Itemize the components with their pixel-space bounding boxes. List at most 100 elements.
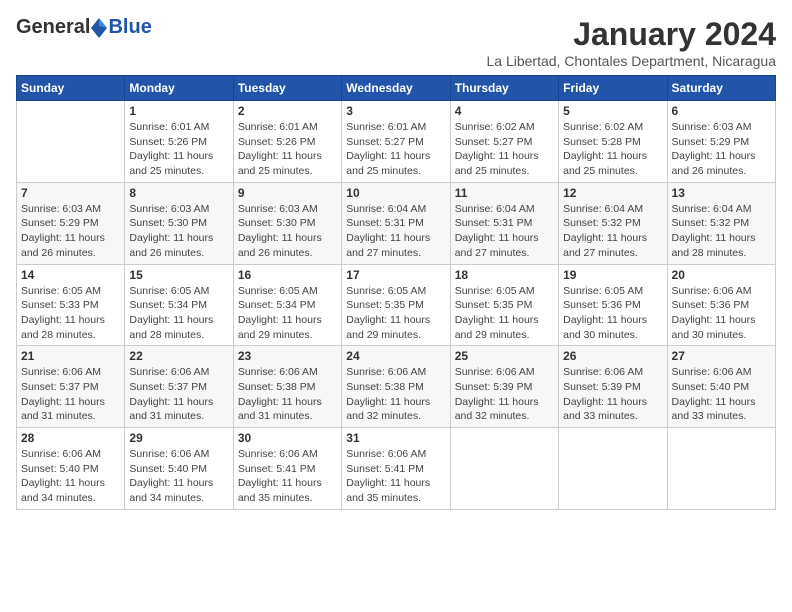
title-block: January 2024 La Libertad, Chontales Depa… xyxy=(486,16,776,69)
calendar-cell xyxy=(667,428,775,510)
calendar-week-row: 14 Sunrise: 6:05 AMSunset: 5:33 PMDayligh… xyxy=(17,264,776,346)
day-number: 29 xyxy=(129,431,228,445)
calendar-cell: 21Sunrise: 6:06 AMSunset: 5:37 PMDayligh… xyxy=(17,346,125,428)
day-info: Sunrise: 6:05 AMSunset: 5:35 PMDaylight:… xyxy=(346,284,445,343)
day-info: Sunrise: 6:06 AMSunset: 5:41 PMDaylight:… xyxy=(238,447,337,506)
calendar-cell: 19Sunrise: 6:05 AMSunset: 5:36 PMDayligh… xyxy=(559,264,667,346)
day-number: 25 xyxy=(455,349,554,363)
day-info: Sunrise: 6:06 AMSunset: 5:40 PMDaylight:… xyxy=(672,365,771,424)
calendar-body: 1 Sunrise: 6:01 AMSunset: 5:26 PMDaylight… xyxy=(17,101,776,510)
logo-blue-text: Blue xyxy=(108,16,151,39)
page-header: General Blue January 2024 La Libertad, C… xyxy=(16,16,776,69)
day-info: Sunrise: 6:05 AMSunset: 5:34 PMDaylight:… xyxy=(238,284,337,343)
day-info: Sunrise: 6:04 AMSunset: 5:31 PMDaylight:… xyxy=(346,202,445,261)
day-number: 28 xyxy=(21,431,120,445)
day-info: Sunrise: 6:06 AMSunset: 5:37 PMDaylight:… xyxy=(129,365,228,424)
day-info: Sunrise: 6:05 AMSunset: 5:33 PMDaylight:… xyxy=(21,284,120,343)
calendar-week-row: 21Sunrise: 6:06 AMSunset: 5:37 PMDayligh… xyxy=(17,346,776,428)
day-info: Sunrise: 6:06 AMSunset: 5:37 PMDaylight:… xyxy=(21,365,120,424)
calendar-cell: 17 Sunrise: 6:05 AMSunset: 5:35 PMDayligh… xyxy=(342,264,450,346)
calendar-cell: 18 Sunrise: 6:05 AMSunset: 5:35 PMDayligh… xyxy=(450,264,558,346)
calendar-cell: 28 Sunrise: 6:06 AMSunset: 5:40 PMDayligh… xyxy=(17,428,125,510)
calendar-cell: 8 Sunrise: 6:03 AMSunset: 5:30 PMDaylight… xyxy=(125,182,233,264)
calendar-cell: 10 Sunrise: 6:04 AMSunset: 5:31 PMDayligh… xyxy=(342,182,450,264)
logo-general-text: General xyxy=(16,16,90,39)
calendar-week-row: 7 Sunrise: 6:03 AMSunset: 5:29 PMDaylight… xyxy=(17,182,776,264)
calendar-cell: 5 Sunrise: 6:02 AMSunset: 5:28 PMDaylight… xyxy=(559,101,667,183)
day-number: 18 xyxy=(455,268,554,282)
calendar-header-thursday: Thursday xyxy=(450,76,558,101)
calendar-header-monday: Monday xyxy=(125,76,233,101)
day-number: 22 xyxy=(129,349,228,363)
day-info: Sunrise: 6:06 AMSunset: 5:38 PMDaylight:… xyxy=(346,365,445,424)
calendar-cell: 6 Sunrise: 6:03 AMSunset: 5:29 PMDaylight… xyxy=(667,101,775,183)
calendar-cell xyxy=(450,428,558,510)
calendar-cell: 26Sunrise: 6:06 AMSunset: 5:39 PMDayligh… xyxy=(559,346,667,428)
calendar-week-row: 28 Sunrise: 6:06 AMSunset: 5:40 PMDayligh… xyxy=(17,428,776,510)
day-number: 4 xyxy=(455,104,554,118)
day-info: Sunrise: 6:05 AMSunset: 5:35 PMDaylight:… xyxy=(455,284,554,343)
day-info: Sunrise: 6:01 AMSunset: 5:26 PMDaylight:… xyxy=(238,120,337,179)
day-info: Sunrise: 6:02 AMSunset: 5:28 PMDaylight:… xyxy=(563,120,662,179)
calendar-cell: 31 Sunrise: 6:06 AMSunset: 5:41 PMDayligh… xyxy=(342,428,450,510)
day-number: 30 xyxy=(238,431,337,445)
day-number: 7 xyxy=(21,186,120,200)
day-info: Sunrise: 6:06 AMSunset: 5:38 PMDaylight:… xyxy=(238,365,337,424)
calendar-cell: 2 Sunrise: 6:01 AMSunset: 5:26 PMDaylight… xyxy=(233,101,341,183)
day-number: 11 xyxy=(455,186,554,200)
day-info: Sunrise: 6:03 AMSunset: 5:30 PMDaylight:… xyxy=(129,202,228,261)
calendar-cell: 23 Sunrise: 6:06 AMSunset: 5:38 PMDayligh… xyxy=(233,346,341,428)
day-info: Sunrise: 6:06 AMSunset: 5:40 PMDaylight:… xyxy=(21,447,120,506)
day-info: Sunrise: 6:06 AMSunset: 5:41 PMDaylight:… xyxy=(346,447,445,506)
day-info: Sunrise: 6:02 AMSunset: 5:27 PMDaylight:… xyxy=(455,120,554,179)
day-info: Sunrise: 6:06 AMSunset: 5:39 PMDaylight:… xyxy=(563,365,662,424)
calendar-cell: 15 Sunrise: 6:05 AMSunset: 5:34 PMDayligh… xyxy=(125,264,233,346)
day-info: Sunrise: 6:06 AMSunset: 5:36 PMDaylight:… xyxy=(672,284,771,343)
day-number: 14 xyxy=(21,268,120,282)
day-info: Sunrise: 6:03 AMSunset: 5:29 PMDaylight:… xyxy=(21,202,120,261)
day-info: Sunrise: 6:01 AMSunset: 5:27 PMDaylight:… xyxy=(346,120,445,179)
calendar-cell xyxy=(17,101,125,183)
day-number: 8 xyxy=(129,186,228,200)
calendar-cell: 12 Sunrise: 6:04 AMSunset: 5:32 PMDayligh… xyxy=(559,182,667,264)
day-info: Sunrise: 6:05 AMSunset: 5:36 PMDaylight:… xyxy=(563,284,662,343)
calendar-header-saturday: Saturday xyxy=(667,76,775,101)
calendar-cell: 24 Sunrise: 6:06 AMSunset: 5:38 PMDayligh… xyxy=(342,346,450,428)
day-info: Sunrise: 6:03 AMSunset: 5:30 PMDaylight:… xyxy=(238,202,337,261)
day-info: Sunrise: 6:05 AMSunset: 5:34 PMDaylight:… xyxy=(129,284,228,343)
day-number: 17 xyxy=(346,268,445,282)
calendar-cell: 11Sunrise: 6:04 AMSunset: 5:31 PMDayligh… xyxy=(450,182,558,264)
day-number: 23 xyxy=(238,349,337,363)
calendar-table: SundayMondayTuesdayWednesdayThursdayFrid… xyxy=(16,75,776,510)
calendar-header-sunday: Sunday xyxy=(17,76,125,101)
calendar-header-friday: Friday xyxy=(559,76,667,101)
day-number: 2 xyxy=(238,104,337,118)
calendar-cell: 9 Sunrise: 6:03 AMSunset: 5:30 PMDaylight… xyxy=(233,182,341,264)
location-title: La Libertad, Chontales Department, Nicar… xyxy=(486,53,776,69)
calendar-cell: 16Sunrise: 6:05 AMSunset: 5:34 PMDayligh… xyxy=(233,264,341,346)
day-number: 1 xyxy=(129,104,228,118)
calendar-cell: 4 Sunrise: 6:02 AMSunset: 5:27 PMDaylight… xyxy=(450,101,558,183)
day-number: 13 xyxy=(672,186,771,200)
calendar-cell: 13Sunrise: 6:04 AMSunset: 5:32 PMDayligh… xyxy=(667,182,775,264)
day-number: 24 xyxy=(346,349,445,363)
day-number: 15 xyxy=(129,268,228,282)
day-number: 27 xyxy=(672,349,771,363)
day-number: 12 xyxy=(563,186,662,200)
day-info: Sunrise: 6:06 AMSunset: 5:40 PMDaylight:… xyxy=(129,447,228,506)
month-title: January 2024 xyxy=(486,16,776,53)
day-number: 9 xyxy=(238,186,337,200)
calendar-week-row: 1 Sunrise: 6:01 AMSunset: 5:26 PMDaylight… xyxy=(17,101,776,183)
calendar-cell: 20Sunrise: 6:06 AMSunset: 5:36 PMDayligh… xyxy=(667,264,775,346)
day-number: 5 xyxy=(563,104,662,118)
calendar-cell: 29 Sunrise: 6:06 AMSunset: 5:40 PMDayligh… xyxy=(125,428,233,510)
day-info: Sunrise: 6:03 AMSunset: 5:29 PMDaylight:… xyxy=(672,120,771,179)
day-info: Sunrise: 6:04 AMSunset: 5:32 PMDaylight:… xyxy=(563,202,662,261)
day-number: 31 xyxy=(346,431,445,445)
calendar-cell: 27 Sunrise: 6:06 AMSunset: 5:40 PMDayligh… xyxy=(667,346,775,428)
calendar-header-row: SundayMondayTuesdayWednesdayThursdayFrid… xyxy=(17,76,776,101)
day-number: 10 xyxy=(346,186,445,200)
calendar-cell: 7 Sunrise: 6:03 AMSunset: 5:29 PMDaylight… xyxy=(17,182,125,264)
day-number: 6 xyxy=(672,104,771,118)
calendar-cell: 14 Sunrise: 6:05 AMSunset: 5:33 PMDayligh… xyxy=(17,264,125,346)
